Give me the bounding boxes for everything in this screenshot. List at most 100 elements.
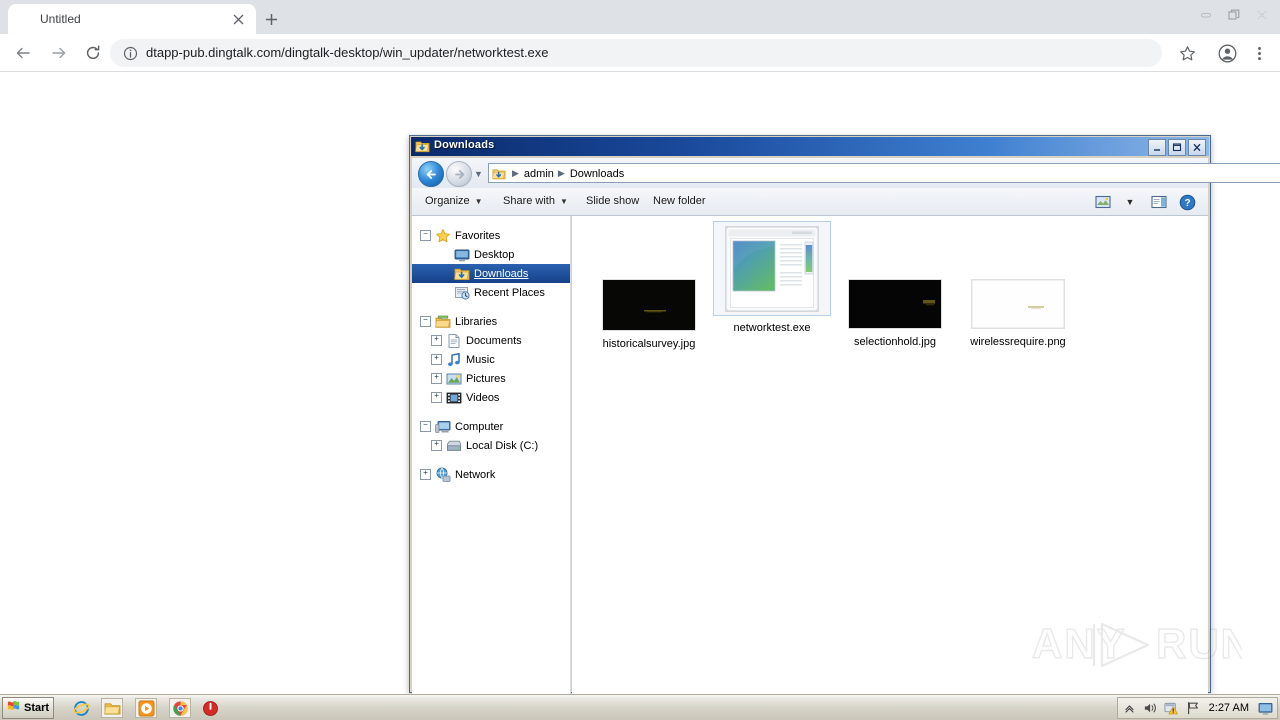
- tree-item-videos[interactable]: + Videos: [412, 388, 570, 407]
- windows-explorer-icon[interactable]: [101, 698, 123, 718]
- network-icon: [435, 467, 451, 483]
- forward-button[interactable]: [46, 40, 72, 66]
- tree-item-favorites[interactable]: − Favorites: [412, 226, 570, 245]
- expand-toggle-icon[interactable]: +: [420, 469, 431, 480]
- tree-item-desktop[interactable]: Desktop: [412, 245, 570, 264]
- documents-icon: [446, 333, 462, 349]
- breadcrumb-separator-icon[interactable]: ▶: [512, 168, 519, 179]
- tree-label-favorites: Favorites: [455, 229, 501, 242]
- expand-toggle-icon[interactable]: +: [431, 373, 442, 384]
- collapse-toggle-icon[interactable]: −: [420, 316, 431, 327]
- new-folder-button[interactable]: New folder: [653, 195, 706, 207]
- thumbnail-frame: [959, 274, 1077, 330]
- browser-tab-title: Untitled: [40, 12, 81, 26]
- chevron-down-icon[interactable]: ▼: [1120, 193, 1140, 211]
- back-button[interactable]: [10, 40, 36, 66]
- new-folder-label: New folder: [653, 195, 706, 207]
- file-thumbnail-networktest: [726, 227, 818, 311]
- collapse-toggle-icon[interactable]: −: [420, 230, 431, 241]
- explorer-title-bar[interactable]: Downloads: [411, 137, 1209, 156]
- explorer-breadcrumb-bar[interactable]: ▶ admin ▶ Downloads: [488, 163, 1280, 183]
- explorer-back-button[interactable]: [418, 161, 444, 187]
- close-icon[interactable]: [1248, 1, 1276, 29]
- tree-item-recent-places[interactable]: Recent Places: [412, 283, 570, 302]
- videos-icon: [446, 390, 462, 406]
- file-item[interactable]: historicalsurvey.jpg: [590, 274, 708, 350]
- new-tab-button[interactable]: [260, 8, 282, 30]
- account-circle-icon[interactable]: [1214, 40, 1240, 66]
- tree-label-pictures: Pictures: [466, 372, 506, 385]
- tree-item-documents[interactable]: + Documents: [412, 331, 570, 350]
- file-item[interactable]: selectionhold.jpg: [836, 274, 954, 348]
- breadcrumb-separator-icon[interactable]: ▶: [558, 168, 565, 179]
- explorer-forward-button[interactable]: [446, 161, 472, 187]
- tree-item-libraries[interactable]: − Libraries: [412, 312, 570, 331]
- internet-explorer-icon[interactable]: [70, 698, 92, 718]
- star-icon[interactable]: [1174, 40, 1200, 66]
- address-bar[interactable]: dtapp-pub.dingtalk.com/dingtalk-desktop/…: [110, 39, 1162, 67]
- shutdown-icon[interactable]: [199, 698, 221, 718]
- tree-item-network[interactable]: + Network: [412, 465, 570, 484]
- browser-tab[interactable]: Untitled: [8, 4, 256, 34]
- three-dots-menu-icon[interactable]: [1246, 40, 1272, 66]
- computer-icon: [435, 419, 451, 435]
- reload-button[interactable]: [80, 40, 106, 66]
- downloads-folder-icon: [492, 167, 506, 181]
- expand-toggle-icon[interactable]: +: [431, 392, 442, 403]
- explorer-minimize-icon[interactable]: [1148, 139, 1166, 156]
- info-circle-icon[interactable]: [122, 45, 138, 61]
- tree-item-computer[interactable]: − Computer: [412, 417, 570, 436]
- show-desktop-icon[interactable]: [1257, 700, 1273, 716]
- action-center-warning-icon[interactable]: [1164, 700, 1180, 716]
- volume-icon[interactable]: [1143, 700, 1159, 716]
- restore-icon[interactable]: [1220, 1, 1248, 29]
- organize-menu-button[interactable]: Organize ▼: [425, 195, 483, 207]
- music-icon: [446, 352, 462, 368]
- tab-close-icon[interactable]: [230, 11, 246, 27]
- browser-toolbar: dtapp-pub.dingtalk.com/dingtalk-desktop/…: [0, 34, 1280, 72]
- expand-toggle-icon[interactable]: +: [431, 335, 442, 346]
- tree-item-pictures[interactable]: + Pictures: [412, 369, 570, 388]
- screen: Untitled dtapp-pub.dingtalk.com/dingtalk…: [0, 0, 1280, 720]
- file-list-pane[interactable]: historicalsurvey.jpg networktest.exe sel…: [572, 216, 1208, 720]
- browser-tab-strip: Untitled: [0, 0, 1280, 34]
- file-thumbnail-selectionhold: [849, 280, 941, 328]
- tree-item-local-disk-c[interactable]: + Local Disk (C:): [412, 436, 570, 455]
- minimize-icon[interactable]: [1192, 1, 1220, 29]
- file-item[interactable]: networktest.exe: [713, 221, 831, 334]
- expand-toggle-icon[interactable]: +: [431, 354, 442, 365]
- file-thumbnail-wirelessrequire: [972, 280, 1064, 328]
- thumbnail-frame: [836, 274, 954, 330]
- start-button[interactable]: Start: [2, 697, 54, 719]
- google-chrome-icon[interactable]: [169, 698, 191, 718]
- show-hidden-icons-chevron[interactable]: [1122, 700, 1138, 716]
- recent-pages-chevron-icon[interactable]: ▼: [474, 169, 483, 179]
- preview-pane-icon[interactable]: [1149, 193, 1169, 211]
- windows-taskbar: Start 2:27 AM: [0, 694, 1280, 720]
- file-item[interactable]: wirelessrequire.png: [959, 274, 1077, 348]
- share-with-label: Share with: [503, 195, 555, 207]
- explorer-close-icon[interactable]: [1188, 139, 1206, 156]
- media-player-icon[interactable]: [135, 698, 157, 718]
- explorer-address-bar-row: ▼ ▶ admin ▶ Downloads ▼: [412, 158, 1280, 188]
- tree-label-desktop: Desktop: [474, 248, 515, 261]
- collapse-toggle-icon[interactable]: −: [420, 421, 431, 432]
- thumbnail-frame: [590, 274, 708, 332]
- tree-item-downloads[interactable]: Downloads: [412, 264, 570, 283]
- slide-show-button[interactable]: Slide show: [586, 195, 639, 207]
- file-name: wirelessrequire.png: [970, 336, 1066, 348]
- help-icon[interactable]: ?: [1177, 193, 1197, 211]
- breadcrumb-item-admin[interactable]: admin: [524, 168, 554, 180]
- downloads-folder-icon: [454, 266, 470, 282]
- expand-toggle-icon[interactable]: +: [431, 440, 442, 451]
- view-layout-icon[interactable]: [1093, 193, 1113, 211]
- share-with-menu-button[interactable]: Share with ▼: [503, 195, 568, 207]
- explorer-maximize-icon[interactable]: [1168, 139, 1186, 156]
- network-flag-icon[interactable]: [1185, 700, 1201, 716]
- organize-label: Organize: [425, 195, 470, 207]
- tree-item-music[interactable]: + Music: [412, 350, 570, 369]
- chevron-down-icon: ▼: [474, 196, 483, 206]
- breadcrumb-item-downloads[interactable]: Downloads: [570, 168, 624, 180]
- clock[interactable]: 2:27 AM: [1206, 702, 1252, 714]
